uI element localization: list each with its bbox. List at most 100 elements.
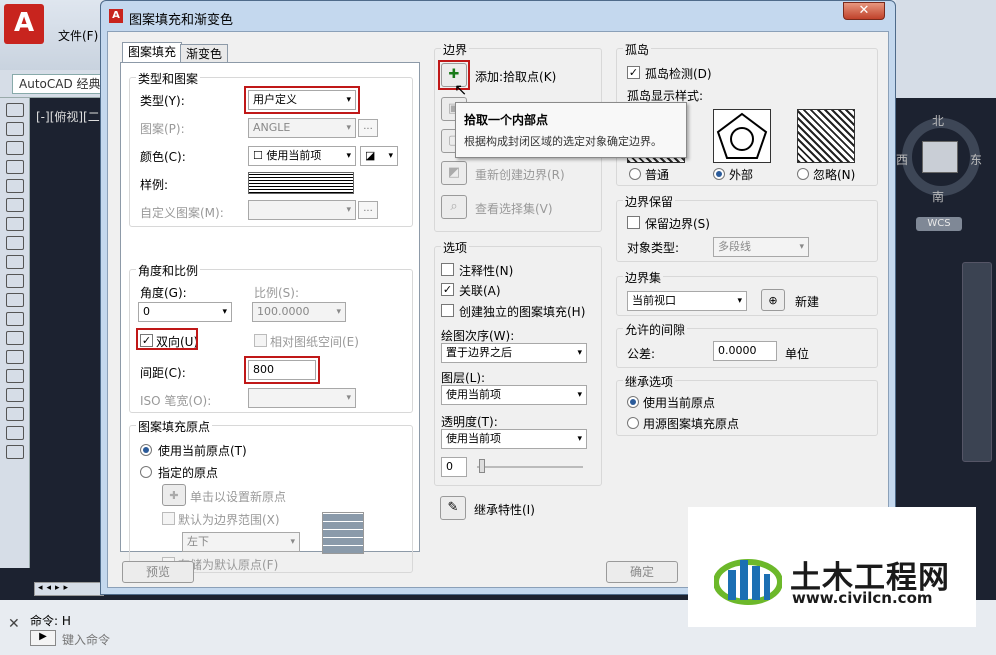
scale-value: 100.0000 bbox=[257, 305, 310, 318]
rectangle-icon[interactable] bbox=[6, 179, 24, 193]
region-icon[interactable] bbox=[6, 407, 24, 421]
highlight-box bbox=[244, 86, 360, 114]
color-select[interactable]: ☐ 使用当前项 ▾ bbox=[248, 146, 356, 166]
bgcolor-select[interactable]: ◪ ▾ bbox=[360, 146, 398, 166]
viewcube-icon[interactable] bbox=[922, 141, 958, 173]
chevron-down-icon: ▾ bbox=[388, 151, 393, 161]
spacing-label: 间距(C): bbox=[140, 366, 186, 380]
transparency-input[interactable]: 0 bbox=[441, 457, 467, 477]
pattern-swatch[interactable] bbox=[248, 172, 354, 194]
paper-space-label: 相对图纸空间(E) bbox=[270, 335, 359, 349]
autocad-logo-icon[interactable]: A bbox=[4, 4, 44, 44]
island-outer-radio[interactable] bbox=[713, 168, 725, 180]
use-current-origin-radio[interactable] bbox=[140, 444, 152, 456]
table-icon[interactable] bbox=[6, 426, 24, 440]
viewport-label[interactable]: [-][俯视][二 bbox=[36, 108, 100, 125]
line-tool-icon[interactable] bbox=[6, 103, 24, 117]
custom-pattern-select[interactable]: ▾ bbox=[248, 200, 356, 220]
wcs-menu[interactable]: WCS bbox=[916, 217, 962, 231]
boundary-set-select[interactable]: 当前视口 ▾ bbox=[627, 291, 747, 311]
mtext-icon[interactable] bbox=[6, 445, 24, 459]
specified-origin-radio[interactable] bbox=[140, 466, 152, 478]
color-value: 使用当前项 bbox=[266, 149, 322, 162]
island-outer-preview[interactable] bbox=[713, 109, 771, 163]
arc-icon[interactable] bbox=[6, 198, 24, 212]
layout-tab-nav[interactable]: ◂◂▸▸ bbox=[34, 582, 104, 596]
hatch-icon[interactable] bbox=[6, 369, 24, 383]
object-type-value: 多段线 bbox=[718, 240, 751, 253]
new-boundary-set-icon[interactable]: ⊕ bbox=[761, 289, 785, 311]
pattern-browse-button[interactable]: ... bbox=[358, 119, 378, 137]
swatch-label: 样例: bbox=[140, 178, 169, 192]
draw-order-select[interactable]: 置于边界之后 ▾ bbox=[441, 343, 587, 363]
command-input[interactable]: 键入命令 bbox=[62, 631, 110, 648]
point-icon[interactable] bbox=[6, 350, 24, 364]
pattern-select[interactable]: ANGLE ▾ bbox=[248, 118, 356, 138]
pick-origin-icon[interactable]: ✚ bbox=[162, 484, 186, 506]
inherit-current-origin-radio[interactable] bbox=[627, 396, 639, 408]
close-icon[interactable]: ✕ bbox=[8, 616, 20, 632]
annotative-checkbox[interactable] bbox=[441, 263, 454, 276]
tab-hatch[interactable]: 图案填充 bbox=[122, 42, 183, 63]
tab-gradient[interactable]: 渐变色 bbox=[180, 44, 229, 64]
inherit-properties-icon[interactable]: ✎ bbox=[440, 496, 466, 520]
inherit-current-origin-label: 使用当前原点 bbox=[643, 396, 716, 410]
ok-button[interactable]: 确定 bbox=[606, 561, 678, 583]
object-type-select[interactable]: 多段线 ▾ bbox=[713, 237, 809, 257]
retain-boundary-checkbox[interactable] bbox=[627, 216, 640, 229]
close-button[interactable]: ✕ bbox=[843, 2, 885, 20]
group-label: 允许的间隙 bbox=[623, 321, 688, 338]
iso-pen-select[interactable]: ▾ bbox=[248, 388, 356, 408]
navigation-bar[interactable] bbox=[962, 262, 992, 462]
recreate-boundary-icon[interactable]: ◩ bbox=[441, 161, 467, 185]
paper-space-checkbox[interactable] bbox=[254, 334, 267, 347]
angle-value: 0 bbox=[143, 305, 150, 318]
separate-hatches-checkbox[interactable] bbox=[441, 304, 454, 317]
group-label: 选项 bbox=[441, 239, 470, 256]
view-selection-icon[interactable]: ⌕ bbox=[441, 195, 467, 219]
island-normal-radio[interactable] bbox=[629, 168, 641, 180]
workspace-combo[interactable]: AutoCAD 经典 bbox=[12, 74, 108, 94]
command-prompt-icon[interactable]: ▶ bbox=[30, 630, 56, 646]
extents-position-value: 左下 bbox=[187, 535, 209, 548]
make-block-icon[interactable] bbox=[6, 331, 24, 345]
layer-select[interactable]: 使用当前项 ▾ bbox=[441, 385, 587, 405]
tolerance-input[interactable]: 0.0000 bbox=[713, 341, 777, 361]
compass-west: 西 bbox=[896, 153, 909, 167]
scale-select[interactable]: 100.0000 ▾ bbox=[252, 302, 346, 322]
island-detect-checkbox[interactable]: ✓ bbox=[627, 66, 640, 79]
extents-position-select[interactable]: 左下 ▾ bbox=[182, 532, 300, 552]
polygon-icon[interactable] bbox=[6, 160, 24, 174]
angle-scale-group: 角度和比例 角度(G): 比例(S): 0 ▾ 100.0000 ▾ ✓ 双向(U)… bbox=[129, 262, 413, 413]
group-label: 角度和比例 bbox=[136, 262, 201, 279]
island-ignore-preview[interactable] bbox=[797, 109, 855, 163]
slider-handle[interactable] bbox=[479, 459, 485, 473]
preview-button[interactable]: 预览 bbox=[122, 561, 194, 583]
compass-east: 东 bbox=[970, 153, 983, 167]
annotative-label: 注释性(N) bbox=[459, 264, 514, 278]
inherit-properties-label: 继承特性(I) bbox=[474, 503, 535, 517]
gradient-icon[interactable] bbox=[6, 388, 24, 402]
transparency-select[interactable]: 使用当前项 ▾ bbox=[441, 429, 587, 449]
revcloud-icon[interactable] bbox=[6, 236, 24, 250]
menu-file[interactable]: 文件(F) bbox=[58, 27, 98, 44]
circle-icon[interactable] bbox=[6, 217, 24, 231]
island-ignore-radio[interactable] bbox=[797, 168, 809, 180]
custom-browse-button[interactable]: ... bbox=[358, 201, 378, 219]
transparency-label: 透明度(T): bbox=[441, 415, 498, 429]
default-extents-checkbox[interactable] bbox=[162, 512, 175, 525]
angle-select[interactable]: 0 ▾ bbox=[138, 302, 232, 322]
spline-icon[interactable] bbox=[6, 255, 24, 269]
ellipse-icon[interactable] bbox=[6, 274, 24, 288]
no-color-icon: ◪ bbox=[365, 149, 376, 162]
tolerance-unit: 单位 bbox=[785, 347, 810, 361]
ellipse-arc-icon[interactable] bbox=[6, 293, 24, 307]
iso-pen-label: ISO 笔宽(O): bbox=[140, 394, 212, 408]
inherit-source-origin-radio[interactable] bbox=[627, 417, 639, 429]
construction-line-icon[interactable] bbox=[6, 122, 24, 136]
polyline-icon[interactable] bbox=[6, 141, 24, 155]
insert-block-icon[interactable] bbox=[6, 312, 24, 326]
associative-checkbox[interactable]: ✓ bbox=[441, 283, 454, 296]
transparency-slider[interactable] bbox=[477, 466, 583, 468]
inherit-source-origin-label: 用源图案填充原点 bbox=[643, 417, 740, 431]
